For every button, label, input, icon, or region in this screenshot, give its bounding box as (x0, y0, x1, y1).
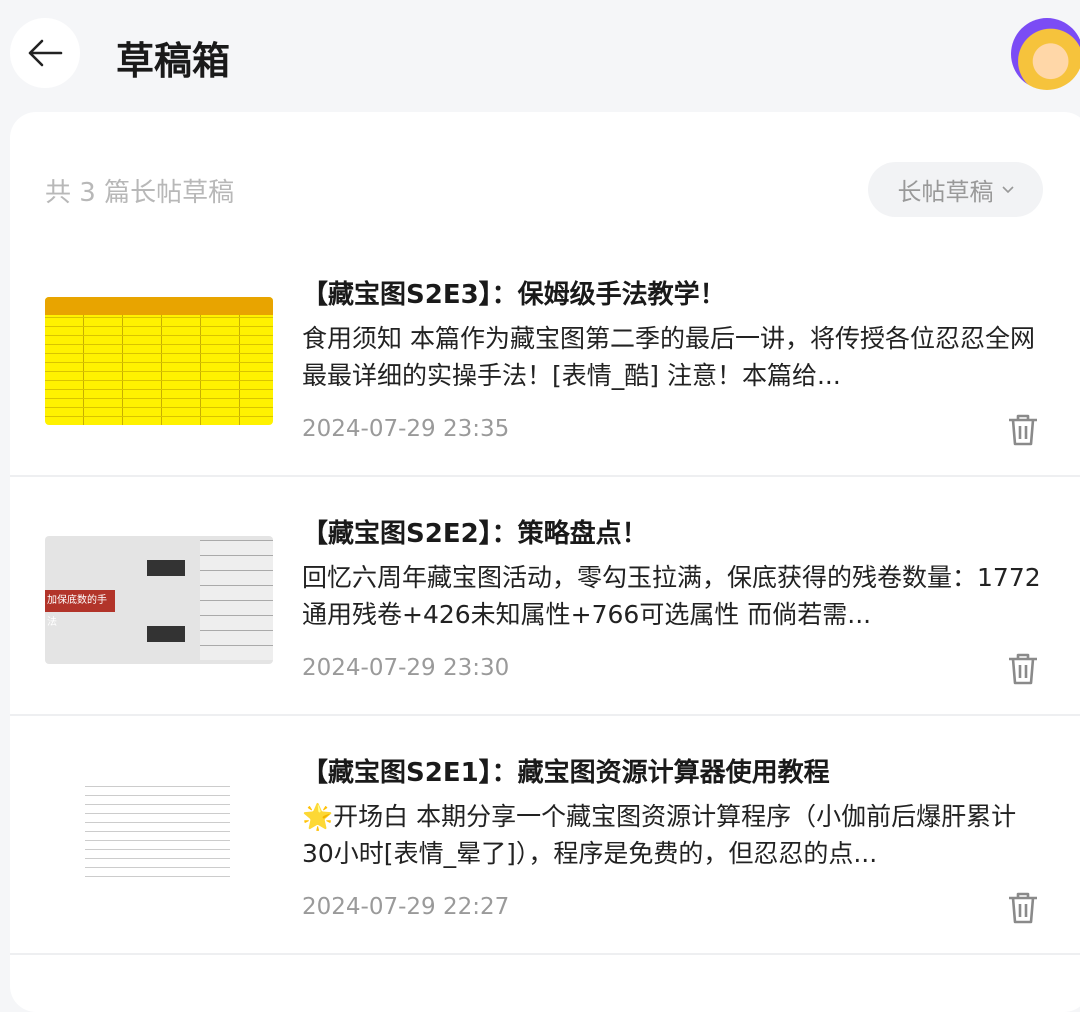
draft-title: 【藏宝图S2E3】：保姆级手法教学！ (302, 280, 726, 310)
draft-summary: 回忆六周年藏宝图活动，零勾玉拉满，保底获得的残卷数量：1772通用残卷+426未… (302, 563, 1041, 629)
draft-date: 2024-07-29 23:30 (302, 655, 510, 681)
draft-date: 2024-07-29 23:35 (302, 416, 510, 442)
arrow-left-icon (28, 39, 63, 67)
draft-item[interactable]: 加保底数的手法 【藏宝图S2E2】：策略盘点！ 回忆六周年藏宝图活动，零勾玉拉满… (10, 477, 1080, 716)
draft-thumbnail: 加保底数的手法 (45, 536, 273, 664)
draft-item[interactable]: 【藏宝图S2E3】：保姆级手法教学！ 食用须知 本篇作为藏宝图第二季的最后一讲，… (10, 238, 1080, 477)
draft-type-dropdown[interactable]: 长帖草稿 (868, 162, 1043, 217)
page-title: 草稿箱 (116, 39, 231, 83)
trash-icon[interactable] (1006, 412, 1040, 448)
draft-thumbnail (45, 775, 273, 903)
trash-icon[interactable] (1006, 651, 1040, 687)
draft-item[interactable]: 【藏宝图S2E1】：藏宝图资源计算器使用教程 🌟开场白 本期分享一个藏宝图资源计… (10, 716, 1080, 955)
draft-summary: 食用须知 本篇作为藏宝图第二季的最后一讲，将传授各位忍忍全网最最详细的实操手法！… (302, 324, 1035, 390)
chevron-down-icon (1001, 185, 1014, 193)
draft-date: 2024-07-29 22:27 (302, 894, 510, 920)
draft-thumbnail (45, 297, 273, 425)
avatar[interactable] (1011, 18, 1080, 90)
draft-title: 【藏宝图S2E2】：策略盘点！ (302, 519, 648, 549)
draft-count: 共 3 篇长帖草稿 (45, 178, 235, 208)
back-button[interactable] (10, 18, 80, 88)
drafts-card: 共 3 篇长帖草稿 长帖草稿 【藏宝图S2E3】：保姆级手法教学！ 食用须知 本… (10, 112, 1080, 1012)
dropdown-label: 长帖草稿 (897, 178, 994, 206)
draft-summary: 🌟开场白 本期分享一个藏宝图资源计算程序（小伽前后爆肝累计30小时[表情_晕了]… (302, 802, 1017, 868)
draft-title: 【藏宝图S2E1】：藏宝图资源计算器使用教程 (302, 758, 830, 788)
thumbnail-text: 加保底数的手法 (45, 590, 115, 628)
trash-icon[interactable] (1006, 890, 1040, 926)
